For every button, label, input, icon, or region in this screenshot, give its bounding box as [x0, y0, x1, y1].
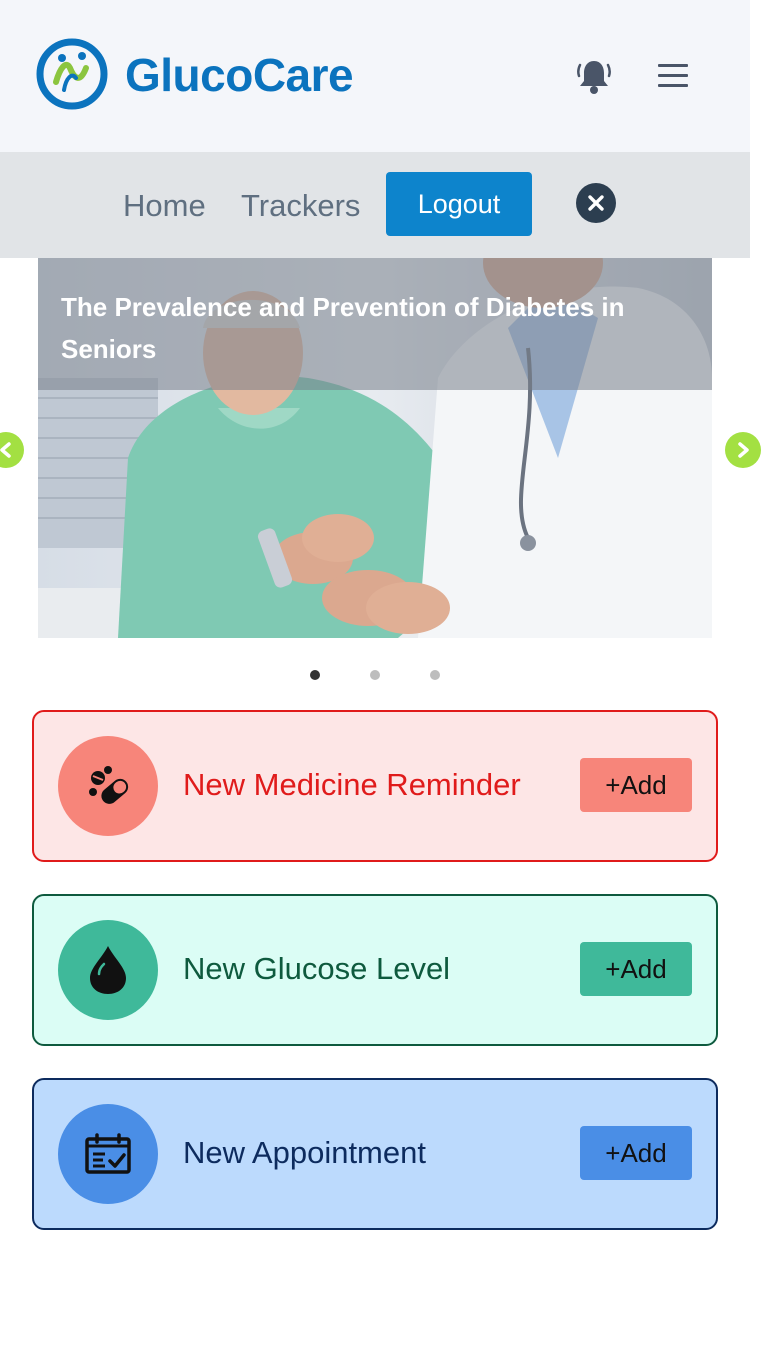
- brand-name[interactable]: GlucoCare: [125, 48, 354, 102]
- glucocare-logo[interactable]: [36, 38, 108, 110]
- blood-drop-icon: [58, 920, 158, 1020]
- chevron-left-icon[interactable]: [0, 432, 24, 468]
- pills-icon: [58, 736, 158, 836]
- carousel-dot[interactable]: [430, 670, 440, 680]
- nav-link-trackers[interactable]: Trackers: [241, 188, 360, 224]
- appointment-card[interactable]: New Appointment +Add: [32, 1078, 718, 1230]
- carousel-dot[interactable]: [370, 670, 380, 680]
- chevron-right-icon[interactable]: [725, 432, 761, 468]
- nav-bar: Home Trackers Logout: [0, 152, 750, 258]
- news-carousel[interactable]: The Prevalence and Prevention of Diabete…: [38, 258, 712, 638]
- add-medicine-reminder-button[interactable]: +Add: [580, 758, 692, 812]
- carousel-caption[interactable]: The Prevalence and Prevention of Diabete…: [61, 286, 681, 370]
- close-icon[interactable]: [576, 183, 616, 223]
- nav-link-home[interactable]: Home: [123, 188, 206, 224]
- medicine-reminder-card[interactable]: New Medicine Reminder +Add: [32, 710, 718, 862]
- card-label: New Medicine Reminder: [183, 767, 521, 802]
- add-appointment-button[interactable]: +Add: [580, 1126, 692, 1180]
- carousel-indicators: [0, 670, 762, 682]
- card-label: New Glucose Level: [183, 951, 451, 986]
- carousel-dot[interactable]: [310, 670, 320, 680]
- bell-icon[interactable]: [576, 57, 612, 95]
- calendar-check-icon: [58, 1104, 158, 1204]
- logout-button[interactable]: Logout: [386, 172, 532, 236]
- hamburger-menu-icon[interactable]: [656, 62, 690, 90]
- add-glucose-level-button[interactable]: +Add: [580, 942, 692, 996]
- glucose-level-card[interactable]: New Glucose Level +Add: [32, 894, 718, 1046]
- card-label: New Appointment: [183, 1135, 426, 1170]
- app-header: GlucoCare: [0, 0, 750, 152]
